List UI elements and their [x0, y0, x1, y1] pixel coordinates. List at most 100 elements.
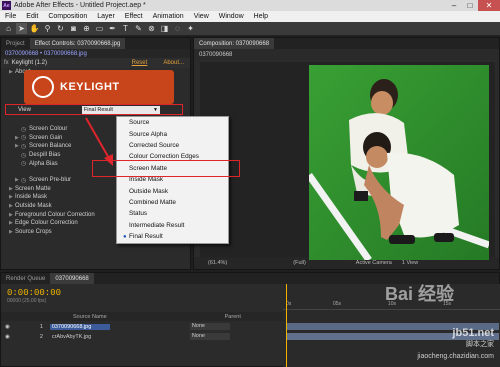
roto-icon[interactable]: ◌ — [172, 23, 183, 34]
column-source-name: Source Name — [73, 313, 107, 320]
fx-icon[interactable]: fx — [4, 60, 9, 66]
menu-item-combined-matte[interactable]: Combined Matte — [117, 197, 228, 208]
mask-icon[interactable]: ▭ — [94, 23, 105, 34]
timeline-column-headers: Source Name Parent — [1, 312, 283, 321]
rotate-icon[interactable]: ↻ — [55, 23, 66, 34]
effect-name: Keylight (1.2) — [11, 60, 48, 66]
selection-icon[interactable]: ➤ — [16, 23, 27, 34]
tab-timeline-0370090668[interactable]: 0370090668 — [50, 273, 94, 284]
annotation-arrow-icon — [85, 117, 113, 166]
stopwatch-icon[interactable]: ◷ — [21, 126, 29, 133]
home-icon[interactable]: ⌂ — [3, 23, 14, 34]
reset-link[interactable]: Reset — [132, 60, 148, 66]
tab-composition[interactable]: Composition: 0370090668 — [194, 38, 275, 49]
menu-item-final-result[interactable]: ● Final Result — [117, 231, 228, 242]
menu-window[interactable]: Window — [214, 13, 249, 20]
view-dropdown[interactable]: Final Result ▼ — [81, 105, 160, 114]
stopwatch-icon[interactable]: ◷ — [21, 143, 29, 150]
parent-dropdown[interactable]: None — [189, 323, 230, 330]
ruler-tick: 05s — [333, 301, 342, 307]
zoom-dropdown[interactable]: (61.4%) — [208, 260, 227, 266]
maximize-icon[interactable]: □ — [462, 0, 478, 11]
stopwatch-icon[interactable]: ◷ — [21, 177, 29, 184]
watermark-site: jb51.net — [452, 327, 494, 339]
view-row: View Final Result ▼ — [5, 104, 183, 115]
menu-help[interactable]: Help — [249, 13, 273, 20]
puppet-icon[interactable]: ✦ — [185, 23, 196, 34]
pen-icon[interactable]: ✒ — [107, 23, 118, 34]
left-tab-bar: Project Effect Controls: 0370090668.jpg — [1, 38, 190, 49]
chevron-down-icon: ▼ — [152, 106, 158, 113]
watermark-url: jiaocheng.chazidian.com — [417, 353, 494, 360]
minimize-icon[interactable]: – — [446, 0, 462, 11]
menu-item-source-alpha[interactable]: Source Alpha — [117, 128, 228, 139]
param-label: Screen Gain — [29, 134, 63, 141]
comp-tab-bar: Composition: 0370090668 — [194, 38, 499, 49]
stopwatch-icon[interactable]: ◷ — [21, 152, 29, 159]
tab-effect-controls[interactable]: Effect Controls: 0370090668.jpg — [29, 38, 126, 49]
menu-item-label: Final Result — [129, 233, 163, 241]
layer-number: 2 — [39, 333, 43, 340]
param-label: Screen Matte — [15, 185, 51, 192]
menu-item-outside-mask[interactable]: Outside Mask — [117, 185, 228, 196]
stopwatch-icon[interactable]: ◷ — [21, 134, 29, 141]
view-layout-dropdown[interactable]: 1 View — [402, 260, 418, 266]
zoom-icon[interactable]: ⚲ — [42, 23, 53, 34]
clone-icon[interactable]: ⊗ — [146, 23, 157, 34]
layer-number: 1 — [39, 323, 43, 330]
menu-item-label: Source Alpha — [129, 130, 168, 138]
comp-subtab-bar: 0370090668 — [194, 49, 499, 60]
layer-row[interactable]: ◉ 1 0370090668.jpg None — [1, 322, 283, 331]
boys-on-grass-image — [309, 65, 489, 260]
menu-composition[interactable]: Composition — [43, 13, 92, 20]
param-label: Screen Pre-blur — [29, 177, 72, 184]
menu-layer[interactable]: Layer — [92, 13, 120, 20]
tab-render-queue[interactable]: Render Queue — [1, 273, 50, 284]
param-label: Alpha Bias — [29, 160, 58, 167]
close-icon[interactable]: ✕ — [478, 0, 500, 11]
menu-item-label: Corrected Source — [129, 141, 180, 149]
menu-view[interactable]: View — [189, 13, 214, 20]
param-label: Screen Colour — [29, 126, 68, 133]
layer-name[interactable]: crAbvAbyTK.jpg — [50, 334, 110, 340]
playhead[interactable] — [286, 284, 287, 367]
keylight-logo-circle-icon — [32, 76, 54, 98]
effect-controls-subheader: 0370090668 • 0370090668.jpg — [1, 49, 190, 58]
menu-item-label: Intermediate Result — [129, 221, 185, 229]
text-icon[interactable]: T — [120, 23, 131, 34]
menu-animation[interactable]: Animation — [148, 13, 189, 20]
menu-item-source[interactable]: Source — [117, 117, 228, 128]
visibility-eye-icon[interactable]: ◉ — [5, 334, 10, 340]
menu-effect[interactable]: Effect — [120, 13, 148, 20]
menu-item-label: Status — [129, 210, 148, 218]
stopwatch-icon[interactable]: ◷ — [21, 160, 29, 167]
menu-item-intermediate-result[interactable]: Intermediate Result — [117, 220, 228, 231]
parent-dropdown[interactable]: None — [189, 333, 230, 340]
about-link[interactable]: About... — [163, 60, 184, 66]
current-timecode[interactable]: 0:00:00:00 — [7, 288, 61, 298]
param-label: Outside Mask — [15, 203, 52, 210]
param-label: Edge Colour Correction — [15, 220, 78, 227]
resolution-dropdown[interactable]: (Full) — [293, 260, 306, 266]
menu-item-corrected-source[interactable]: Corrected Source — [117, 140, 228, 151]
timeline-layers: 0:00:00:00 00000 (25.00 fps) Source Name… — [1, 284, 283, 367]
param-label: Despill Bias — [29, 152, 61, 159]
camera-dropdown[interactable]: Active Camera — [356, 260, 392, 266]
pan-behind-icon[interactable]: ⊕ — [81, 23, 92, 34]
menu-item-label: Outside Mask — [129, 187, 169, 195]
hand-icon[interactable]: ✋ — [29, 23, 40, 34]
menu-file[interactable]: File — [0, 13, 21, 20]
keylight-logo-text: KEYLIGHT — [60, 81, 120, 93]
tab-project[interactable]: Project — [1, 38, 30, 49]
tab-comp-0370090668[interactable]: 0370090668 — [194, 49, 237, 60]
menu-edit[interactable]: Edit — [21, 13, 43, 20]
menu-item-status[interactable]: Status — [117, 208, 228, 219]
layer-row[interactable]: ◉ 2 crAbvAbyTK.jpg None — [1, 332, 283, 341]
baidu-watermark: Bai 经验 — [385, 284, 455, 304]
keylight-effect-header[interactable]: fx Keylight (1.2) Reset About... — [1, 58, 190, 68]
camera-icon[interactable]: ◙ — [68, 23, 79, 34]
brush-icon[interactable]: ✎ — [133, 23, 144, 34]
visibility-eye-icon[interactable]: ◉ — [5, 324, 10, 330]
eraser-icon[interactable]: ◨ — [159, 23, 170, 34]
layer-name[interactable]: 0370090668.jpg — [49, 323, 110, 330]
